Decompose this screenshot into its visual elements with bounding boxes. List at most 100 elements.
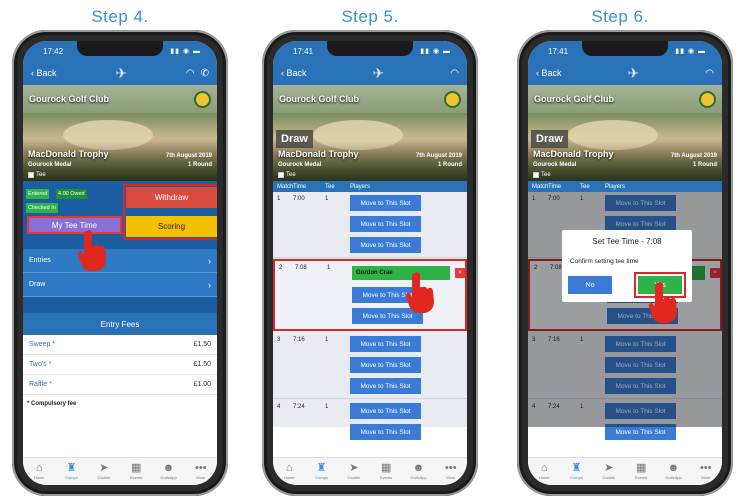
tab-golfsapp[interactable]: ☻ GolfsApp [154,462,182,480]
tab-home[interactable]: ⌂ Home [530,462,558,480]
competition-date: 7th August 2019 [415,153,462,159]
step-6-title: Step 6. [591,7,649,26]
fee-name: Two's * [29,361,52,368]
tab-caddie[interactable]: ➤ Caddie [340,462,368,480]
people-icon: ☻ [667,462,680,474]
tab-home[interactable]: ⌂ Home [275,462,303,480]
tab-more[interactable]: ••• More [437,462,465,480]
draw-slots: 1 7:00 1 Move to This Slot Move to This … [273,192,467,440]
dialog-title: Set Tee Time - 7:08 [592,237,662,246]
more-dots-icon: ••• [195,462,207,474]
header-players: Players [350,183,371,190]
draw-row[interactable]: Draw › [23,273,217,297]
back-button[interactable]: ‹ Back [536,68,562,78]
competition-name: MacDonald Trophy [533,149,614,159]
no-button[interactable]: No [568,276,612,294]
screen-step-5: 17:41 ▮▮ ◉ ▬ ‹ Back ✈ ◠ Gourock Golf Clu… [273,41,467,485]
fee-name: Sweep * [29,341,56,348]
tab-home[interactable]: ⌂ Home [25,462,53,480]
tee-checkbox[interactable]: Tee [533,172,551,178]
header-time: Time [293,183,307,190]
more-dots-icon: ••• [700,462,712,474]
step-5-title: Step 5. [341,7,399,26]
club-banner: Gourock Golf Club Draw MacDonald Trophy … [273,85,467,181]
competition-subtitle: Gourock Medal [278,162,322,168]
tab-comps[interactable]: ♜ Comps [307,462,335,480]
move-to-slot-button[interactable]: Move to This Slot [350,378,421,394]
tee-checkbox[interactable]: Tee [278,172,296,178]
tab-comps[interactable]: ♜ Comps [562,462,590,480]
pointing-hand-icon [405,272,434,313]
fee-row: Raffle * £1.00 [23,375,217,395]
status-time: 17:41 [293,46,314,56]
club-crest-icon [699,91,716,108]
notch [582,41,668,56]
entries-row[interactable]: Entries › [23,249,217,273]
move-to-slot-button[interactable]: Move to This Slot [350,424,421,440]
tab-golfsapp[interactable]: ☻ GolfsApp [404,462,432,480]
withdraw-button[interactable]: Withdraw [126,187,217,208]
tab-bar: ⌂ Home ♜ Comps ➤ Caddie ▦ Events ☻ GolfsApp •… [273,457,467,485]
draw-title: Draw [531,130,568,148]
competition-date: 7th August 2019 [165,153,212,159]
tab-events[interactable]: ▦ Events [122,462,150,480]
tab-comps[interactable]: ♜ Comps [57,462,85,480]
back-button[interactable]: ‹ Back [31,68,57,78]
competition-panel: Entered 4.00 Owed Checked In Withdraw Sc… [23,181,217,413]
status-time: 17:42 [43,46,64,56]
pointing-hand-icon [648,282,677,323]
slot-time: 7:16 [293,337,305,343]
move-to-slot-button[interactable]: Move to This Slot [350,237,421,253]
remove-player-button[interactable]: × [455,268,465,278]
phone-icon[interactable]: ✆ [201,68,209,79]
signal-battery-icon: ▮▮ ◉ ▬ [170,48,201,55]
tab-more[interactable]: ••• More [187,462,215,480]
back-button[interactable]: ‹ Back [281,68,307,78]
tab-more[interactable]: ••• More [692,462,720,480]
screen-step-4: 17:42 ▮▮ ◉ ▬ ‹ Back ✈ ◠ ✆ Gourock Golf Cl… [23,41,217,485]
entry-fees-header: Entry Fees [23,313,217,335]
move-to-slot-button[interactable]: Move to This Slot [350,357,421,373]
move-to-slot-button[interactable]: Move to This Slot [350,216,421,232]
competition-subtitle: Gourock Medal [28,162,72,168]
status-bar: 17:41 ▮▮ ◉ ▬ [528,41,722,61]
nav-bar: ‹ Back ✈ ◠ [273,61,467,85]
draw-title: Draw [276,130,313,148]
tee-label: Tee [286,172,296,178]
modal-backdrop[interactable] [528,192,722,427]
tee-label: Tee [541,172,551,178]
tee-label: Tee [36,172,46,178]
tab-golfsapp[interactable]: ☻ GolfsApp [659,462,687,480]
club-crest-icon [194,91,211,108]
move-to-slot-button[interactable]: Move to This Slot [350,195,421,211]
home-icon: ⌂ [35,462,43,474]
status-time: 17:41 [548,46,569,56]
pointing-hand-icon [77,230,106,271]
tab-caddie[interactable]: ➤ Caddie [595,462,623,480]
status-bar: 17:42 ▮▮ ◉ ▬ [23,41,217,61]
move-to-slot-button[interactable]: Move to This Slot [350,336,421,352]
tab-caddie[interactable]: ➤ Caddie [90,462,118,480]
competition-date: 7th August 2019 [670,153,717,159]
scoring-button[interactable]: Scoring [126,216,217,237]
header-tee: Tee [580,183,590,190]
fee-amount: £1.50 [193,341,211,348]
tab-events[interactable]: ▦ Events [372,462,400,480]
phone-step-6: 17:41 ▮▮ ◉ ▬ ‹ Back ✈ ◠ Gourock Golf Clu… [517,30,733,496]
club-name: Gourock Golf Club [29,94,109,104]
navigation-arrow-icon: ➤ [99,462,109,474]
phone-step-5: 17:41 ▮▮ ◉ ▬ ‹ Back ✈ ◠ Gourock Golf Clu… [262,30,478,496]
back-label: Back [541,68,562,78]
tee-checkbox[interactable]: Tee [28,172,46,178]
table-row: 1 7:00 1 Move to This Slot Move to This … [273,192,467,258]
move-to-slot-button[interactable]: Move to This Slot [350,403,421,419]
wifi-icon: ◠ [450,67,459,79]
fee-amount: £1.00 [193,381,211,388]
draw-label: Draw [29,281,46,288]
dialog-message: Confirm setting tee time [570,258,639,265]
fee-name: Raffle * [29,381,52,388]
more-dots-icon: ••• [445,462,457,474]
tab-events[interactable]: ▦ Events [627,462,655,480]
club-crest-icon [444,91,461,108]
fee-row: Two's * £1.50 [23,355,217,375]
